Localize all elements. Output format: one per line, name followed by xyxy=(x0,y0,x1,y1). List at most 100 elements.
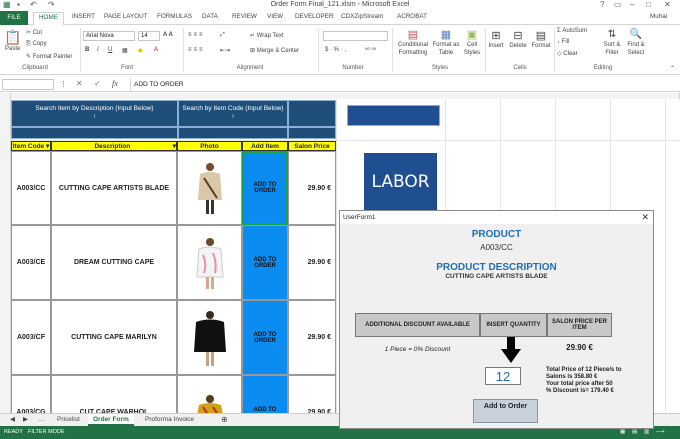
insert-function-icon[interactable]: fx xyxy=(112,79,118,88)
tab-data[interactable]: DATA xyxy=(202,13,218,20)
bold-icon[interactable]: B xyxy=(85,47,89,53)
borders-icon[interactable]: ▦ xyxy=(122,47,128,54)
cell-styles-button[interactable]: ▣ Cell Styles xyxy=(462,29,482,57)
add-to-order-button[interactable]: Add to Order xyxy=(473,399,538,423)
tab-formulas[interactable]: FORMULAS xyxy=(157,13,192,20)
grow-font-icon[interactable]: A A xyxy=(163,32,173,38)
format-painter-button[interactable]: ✎ Format Painter xyxy=(26,53,72,60)
name-box[interactable] xyxy=(2,79,54,90)
paste-button[interactable]: 📋 Paste xyxy=(4,29,21,52)
font-name-dropdown[interactable]: Arial Nova xyxy=(83,31,135,41)
cancel-entry-icon[interactable]: ✕ xyxy=(76,79,83,88)
sort-filter-button[interactable]: ⇅ Sort & Filter xyxy=(601,29,623,57)
minimize-icon[interactable]: – xyxy=(630,0,634,9)
filter-dropdown-icon[interactable]: ▾ xyxy=(173,142,176,151)
tab-file[interactable]: FILE xyxy=(0,11,28,25)
orientation-icon[interactable]: ⤢ xyxy=(220,32,225,39)
blue-shape-button[interactable] xyxy=(347,105,440,126)
item-code-cell[interactable]: A003/CE xyxy=(11,225,51,300)
item-code-cell[interactable]: A003/CF xyxy=(11,300,51,375)
format-cells-icon: ▤ xyxy=(535,30,547,42)
insert-cells-button[interactable]: ⊞ Insert xyxy=(487,29,505,49)
add-to-order-button[interactable]: ADD TO ORDER xyxy=(242,300,288,375)
add-to-order-button[interactable]: ADD TO ORDER xyxy=(242,225,288,300)
align-top-icon[interactable]: ≡≡≡ xyxy=(188,32,205,38)
tab-acrobat[interactable]: ACROBAT xyxy=(397,13,427,20)
next-sheet-icon[interactable]: ▶ xyxy=(18,414,33,426)
align-left-icon[interactable]: ≡≡≡ xyxy=(188,47,205,53)
quantity-column-header: INSERT QUANTITY xyxy=(480,313,547,337)
tab-view[interactable]: VIEW xyxy=(267,13,283,20)
collapse-ribbon-icon[interactable]: ⌃ xyxy=(670,65,675,72)
item-code-cell[interactable]: A003/CC xyxy=(11,151,51,225)
cut-button[interactable]: ✂ Cut xyxy=(26,29,42,36)
labor-button[interactable]: LABOR xyxy=(364,153,437,211)
sheet-tab-order-form[interactable]: Order Form xyxy=(88,414,134,426)
description-cell[interactable]: CUTTING CAPE ARTISTS BLADE xyxy=(51,151,177,225)
product-photo xyxy=(177,375,242,413)
copy-button[interactable]: ⎘ Copy xyxy=(26,41,46,48)
indent-icon[interactable]: ⇤⇥ xyxy=(220,47,230,54)
merge-center-button[interactable]: ⊞ Merge & Center xyxy=(250,47,299,54)
window-title: Order Form Final_121.xlsm - Microsoft Ex… xyxy=(270,1,410,8)
add-to-order-button[interactable]: ADD TO ORDER xyxy=(242,375,288,413)
maximize-icon[interactable]: □ xyxy=(646,0,651,9)
conditional-formatting-button[interactable]: ▤ Conditional Formatting xyxy=(396,29,430,57)
header-description[interactable]: Description ▾ xyxy=(51,141,177,151)
price-column-header: SALON PRICE PER ITEM xyxy=(547,313,612,337)
currency-icon[interactable]: $ · % · , xyxy=(325,47,346,53)
formula-input[interactable]: ADD TO ORDER xyxy=(130,78,678,91)
add-sheet-icon[interactable]: ⊕ xyxy=(216,414,233,426)
price-cell[interactable]: 29.90 € xyxy=(288,375,336,413)
description-cell[interactable]: CUT CAPE WARHOL xyxy=(51,375,177,413)
tab-developer[interactable]: DEVELOPER xyxy=(295,13,334,20)
add-to-order-button[interactable]: ADD TO ORDER xyxy=(242,151,288,225)
tab-home[interactable]: HOME xyxy=(33,12,64,26)
search-code-input[interactable] xyxy=(178,127,288,139)
header-item-code[interactable]: Item Code ▾ xyxy=(11,141,51,151)
description-cell[interactable]: DREAM CUTTING CAPE xyxy=(51,225,177,300)
close-icon[interactable]: ✕ xyxy=(664,0,671,9)
autosum-button[interactable]: Σ AutoSum xyxy=(557,28,587,34)
banner-extension xyxy=(288,100,336,127)
wrap-text-button[interactable]: ↵ Wrap Text xyxy=(250,32,284,39)
tab-insert[interactable]: INSERT xyxy=(72,13,95,20)
format-as-table-button[interactable]: ▦ Format as Table xyxy=(431,29,461,57)
sheet-nav-ellipsis[interactable]: … xyxy=(33,414,50,426)
help-icon[interactable]: ? xyxy=(600,0,604,9)
fill-color-icon[interactable]: ◆ xyxy=(138,47,143,54)
sort-icon: ⇅ xyxy=(607,29,617,40)
underline-icon[interactable]: U xyxy=(108,47,112,53)
font-color-icon[interactable]: A xyxy=(154,47,158,53)
description-cell[interactable]: CUTTING CAPE MARILYN xyxy=(51,300,177,375)
zoom-slider[interactable]: —+ xyxy=(656,426,665,439)
discount-text: 1 Piece = 0% Discount xyxy=(384,346,451,353)
find-select-button[interactable]: 🔍 Find & Select xyxy=(625,29,647,57)
separator xyxy=(318,28,319,72)
price-cell[interactable]: 29.90 € xyxy=(288,151,336,225)
tab-page-layout[interactable]: PAGE LAYOUT xyxy=(104,13,148,20)
sheet-tab-pricelist[interactable]: Pricelist xyxy=(52,414,85,426)
format-cells-button[interactable]: ▤ Format xyxy=(530,29,552,49)
delete-cells-button[interactable]: ⊟ Delete xyxy=(508,29,528,49)
price-cell[interactable]: 29.90 € xyxy=(288,300,336,375)
decimal-icon[interactable]: ⁰⁰ ⁰⁰ xyxy=(365,47,376,54)
tab-review[interactable]: REVIEW xyxy=(232,13,257,20)
clear-button[interactable]: ◇ Clear xyxy=(557,50,578,57)
quantity-input[interactable]: 12 xyxy=(485,367,521,385)
ribbon-options-icon[interactable]: ▭ xyxy=(614,0,622,9)
search-description-input[interactable] xyxy=(11,127,178,139)
sheet-tab-proforma-invoice[interactable]: Proforma Invoice xyxy=(140,414,199,426)
cells-group-label: Cells xyxy=(513,65,527,71)
close-icon[interactable]: ✕ xyxy=(641,211,649,224)
confirm-entry-icon[interactable]: ✓ xyxy=(94,79,101,88)
tab-cdxzipstream[interactable]: CDXZipStream xyxy=(341,13,383,20)
delete-cells-icon: ⊟ xyxy=(513,30,523,42)
item-code-cell[interactable]: A003/CG xyxy=(11,375,51,413)
number-format-dropdown[interactable] xyxy=(323,31,388,41)
filter-icon[interactable]: ▾ xyxy=(44,143,49,150)
italic-icon[interactable]: I xyxy=(97,47,99,53)
fill-button[interactable]: ↓ Fill xyxy=(557,39,569,45)
font-size-dropdown[interactable]: 14 xyxy=(138,31,160,41)
price-cell[interactable]: 29.90 € xyxy=(288,225,336,300)
